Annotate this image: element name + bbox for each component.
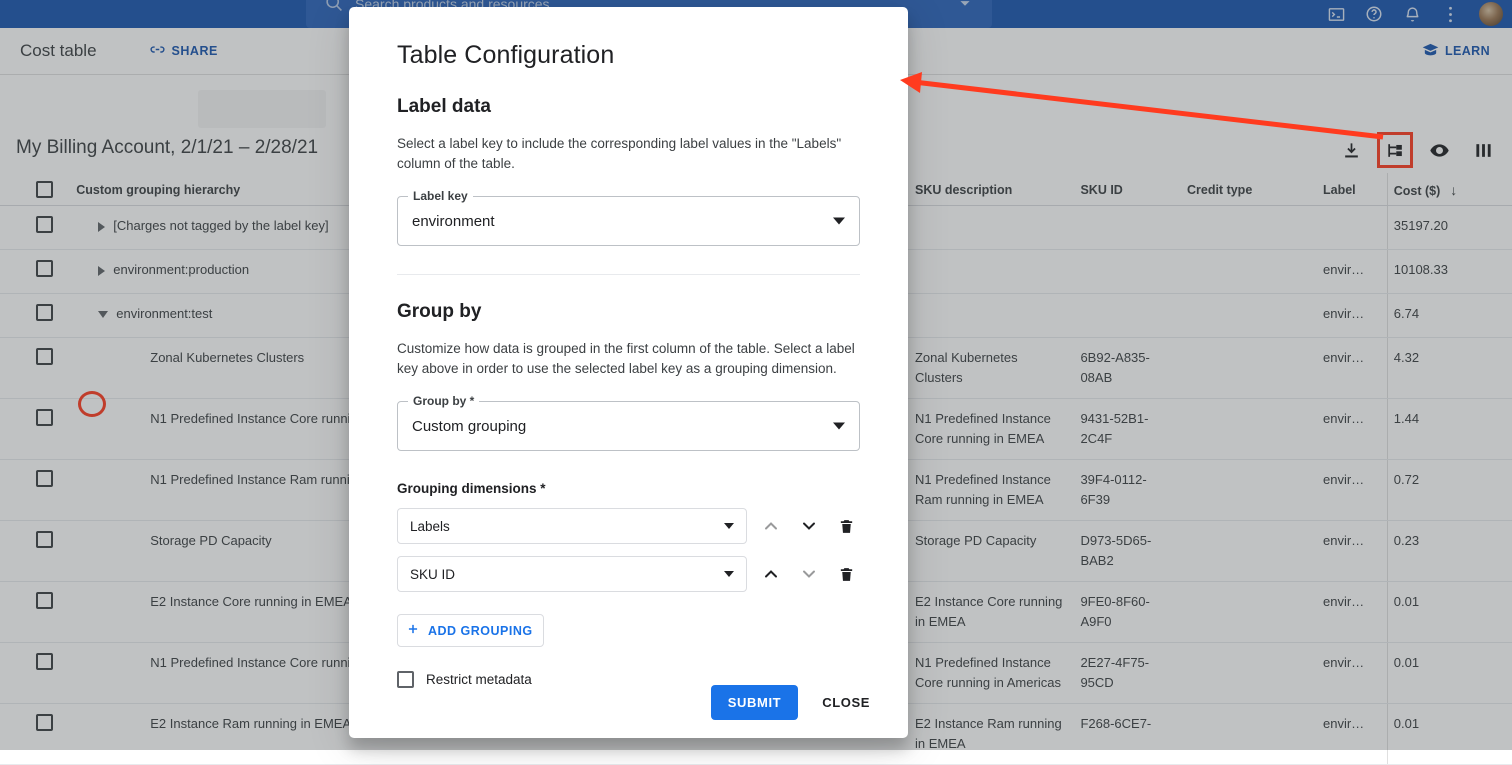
chevron-down-icon[interactable] [833, 218, 845, 225]
chevron-down-icon[interactable] [724, 571, 734, 577]
grouping-dimensions-label: Grouping dimensions * [397, 481, 860, 496]
add-grouping-label: ADD GROUPING [428, 624, 533, 638]
label-key-select[interactable]: Label key environment [397, 196, 860, 246]
delete-icon[interactable] [832, 558, 860, 590]
group-by-select[interactable]: Group by * Custom grouping [397, 401, 860, 451]
section-divider [397, 274, 860, 275]
restrict-metadata-checkbox[interactable] [397, 671, 414, 688]
group-by-description: Customize how data is grouped in the fir… [397, 339, 860, 379]
restrict-metadata-label: Restrict metadata [426, 672, 532, 687]
label-key-field-label: Label key [408, 189, 473, 203]
move-down-button[interactable] [795, 510, 823, 542]
add-grouping-button[interactable]: ADD GROUPING [397, 614, 544, 647]
close-button[interactable]: CLOSE [808, 685, 884, 720]
move-up-button[interactable] [757, 510, 785, 542]
grouping-dimension-row: SKU ID [397, 556, 860, 592]
grouping-dimension-value: Labels [410, 519, 450, 534]
grouping-dimension-value: SKU ID [410, 567, 455, 582]
chevron-down-icon[interactable] [724, 523, 734, 529]
group-by-heading: Group by [397, 301, 860, 323]
grouping-dimension-select[interactable]: Labels [397, 508, 747, 544]
label-key-value: environment [412, 213, 495, 230]
grouping-dimension-select[interactable]: SKU ID [397, 556, 747, 592]
delete-icon[interactable] [832, 510, 860, 542]
chevron-down-icon[interactable] [833, 423, 845, 430]
dialog-title: Table Configuration [397, 41, 884, 70]
move-up-button[interactable] [757, 558, 785, 590]
label-data-heading: Label data [397, 96, 860, 118]
table-configuration-dialog: Table Configuration Label data Select a … [349, 7, 908, 738]
submit-button[interactable]: SUBMIT [711, 685, 798, 720]
group-by-field-label: Group by * [408, 394, 479, 408]
group-by-value: Custom grouping [412, 418, 526, 435]
move-down-button[interactable] [795, 558, 823, 590]
dialog-actions: SUBMIT CLOSE [711, 685, 884, 720]
plus-icon [406, 622, 420, 639]
grouping-dimension-row: Labels [397, 508, 860, 544]
label-data-description: Select a label key to include the corres… [397, 134, 860, 174]
grouping-dimensions-list: Labels SKU ID [397, 508, 860, 592]
